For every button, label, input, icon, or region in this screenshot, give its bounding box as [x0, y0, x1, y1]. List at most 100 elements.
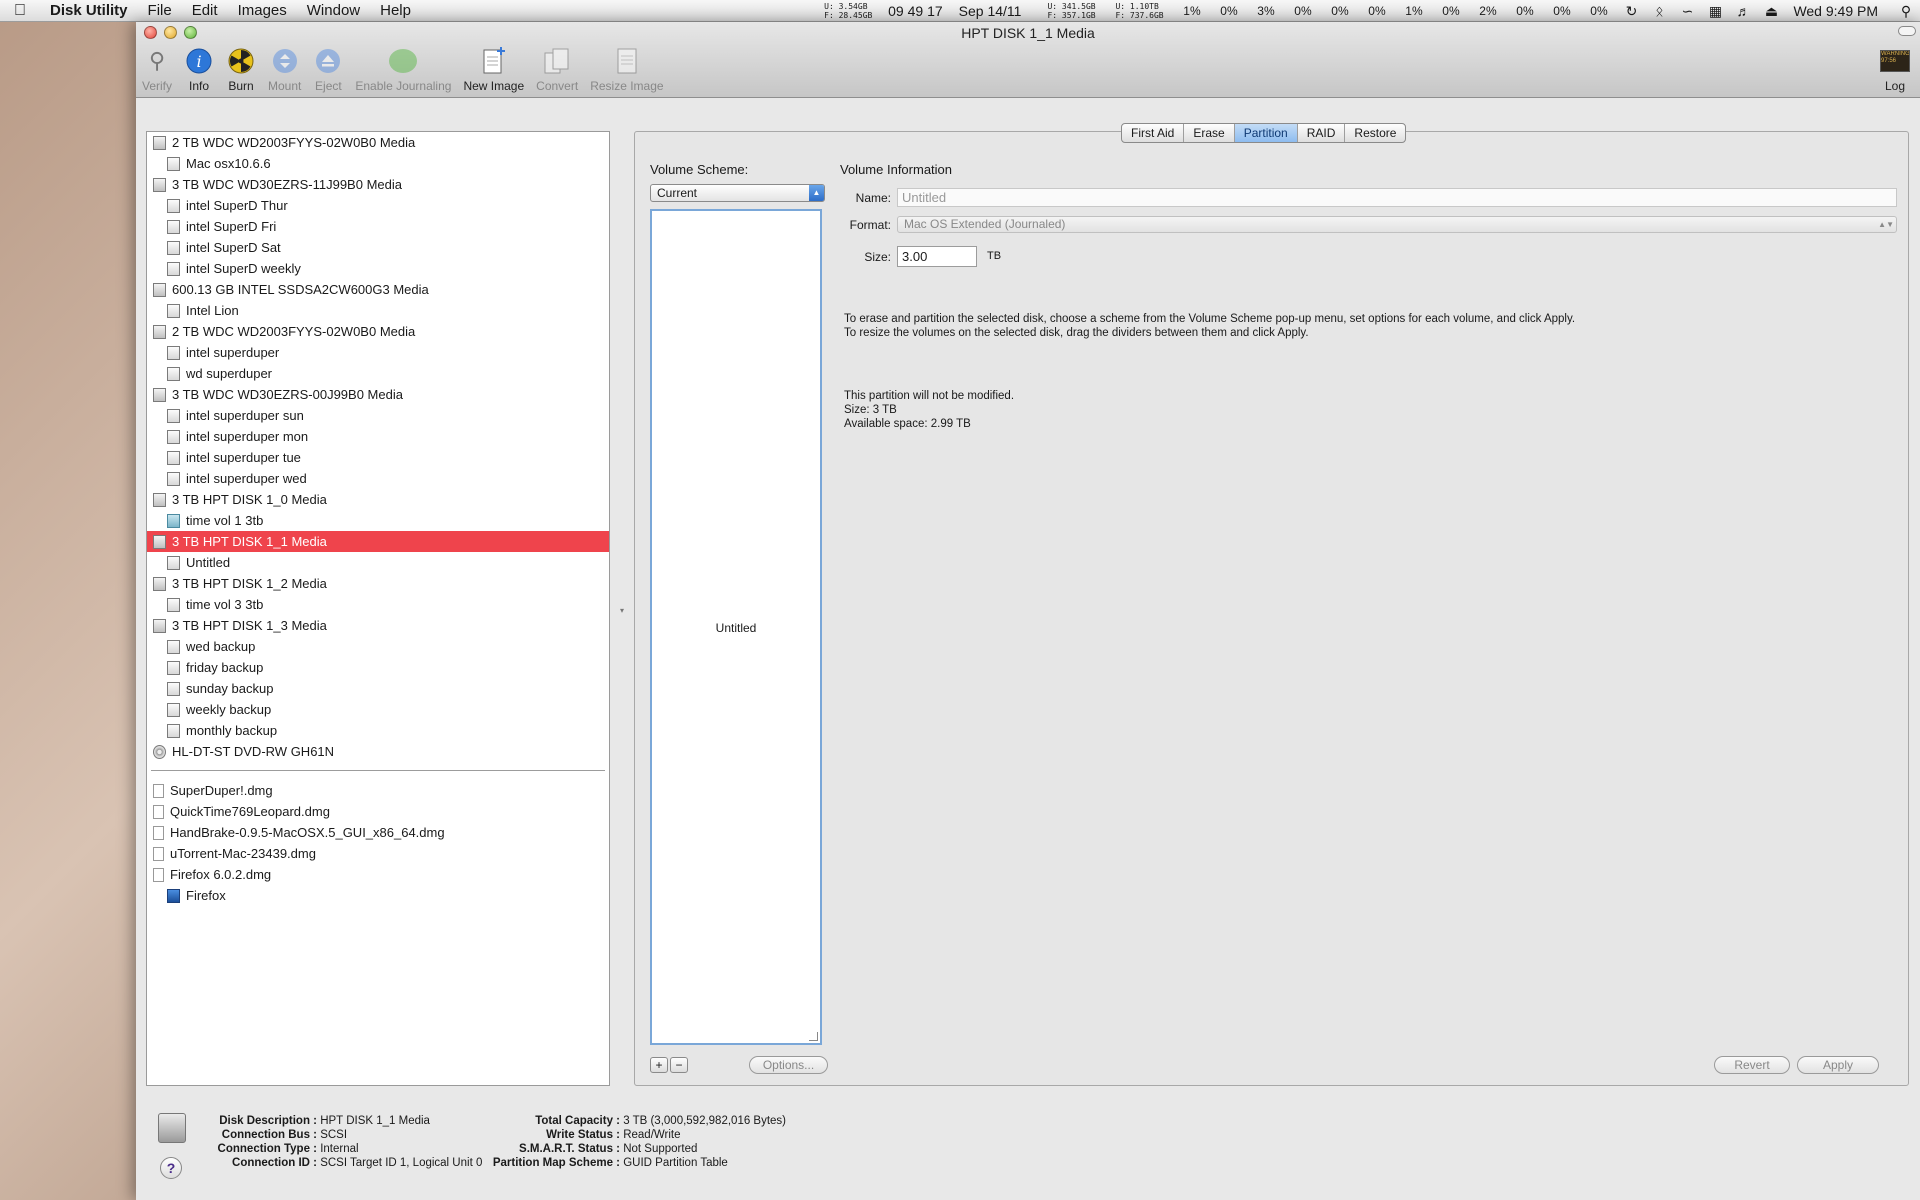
volume-row[interactable]: time vol 1 3tb [147, 510, 609, 531]
size-input[interactable]: 3.00 [897, 246, 977, 267]
volume-row[interactable]: monthly backup [147, 720, 609, 741]
log-button[interactable]: WARNING 97:56 Log [1874, 46, 1916, 93]
volume-icon[interactable]: ♬ [1729, 3, 1757, 19]
date-display[interactable]: Sep 14/11 [951, 3, 1042, 19]
convert-button[interactable]: Convert [530, 46, 584, 93]
cpu-meters[interactable]: 1% 0% 3% 0% 0% 0% 1% 0% 2% 0% 0% 0% [1173, 4, 1617, 18]
menu-edit[interactable]: Edit [182, 0, 228, 22]
volume-row[interactable]: Intel Lion [147, 300, 609, 321]
menu-help[interactable]: Help [370, 0, 421, 22]
burn-button[interactable]: Burn [220, 46, 262, 93]
volume-row[interactable]: wd superduper [147, 363, 609, 384]
disk-image-icon [153, 804, 164, 819]
new-image-button[interactable]: New Image [457, 46, 530, 93]
enable-journaling-button[interactable]: Enable Journaling [349, 46, 457, 93]
volume-row[interactable]: Untitled [147, 552, 609, 573]
disk-row[interactable]: HandBrake-0.9.5-MacOSX.5_GUI_x86_64.dmg [147, 822, 609, 843]
partition-map[interactable]: Untitled [650, 209, 822, 1045]
toolbar-toggle-button[interactable] [1898, 26, 1916, 36]
partition-pane: First Aid Erase Partition RAID Restore V… [634, 123, 1909, 1086]
disk-row[interactable]: 600.13 GB INTEL SSDSA2CW600G3 Media [147, 279, 609, 300]
volume-row[interactable]: wed backup [147, 636, 609, 657]
tab-restore[interactable]: Restore [1345, 124, 1405, 142]
partition-map-volume-label[interactable]: Untitled [652, 621, 820, 635]
disk-row[interactable]: Firefox 6.0.2.dmg [147, 864, 609, 885]
volume-row[interactable]: intel superduper tue [147, 447, 609, 468]
disk-row[interactable]: uTorrent-Mac-23439.dmg [147, 843, 609, 864]
volume-row[interactable]: sunday backup [147, 678, 609, 699]
disk-stats-1[interactable]: U: 341.5GB F: 357.1GB [1041, 2, 1109, 20]
disk-row[interactable]: SuperDuper!.dmg [147, 780, 609, 801]
menu-app-name[interactable]: Disk Utility [40, 0, 138, 22]
add-partition-button[interactable]: + [650, 1057, 668, 1073]
volume-row[interactable]: intel superduper sun [147, 405, 609, 426]
disk-row[interactable]: 3 TB HPT DISK 1_1 Media [147, 531, 609, 552]
disk-row[interactable]: QuickTime769Leopard.dmg [147, 801, 609, 822]
disk-info-line: S.M.A.R.T. Status : Not Supported [486, 1142, 786, 1156]
disk-row[interactable]: 3 TB HPT DISK 1_3 Media [147, 615, 609, 636]
disk-row[interactable]: 2 TB WDC WD2003FYYS-02W0B0 Media [147, 321, 609, 342]
wifi-icon[interactable]: ∽ [1673, 3, 1701, 20]
help-button[interactable]: ? [160, 1157, 182, 1179]
menu-file[interactable]: File [138, 0, 182, 22]
volume-row[interactable]: intel superduper wed [147, 468, 609, 489]
volume-row[interactable]: Mac osx10.6.6 [147, 153, 609, 174]
volume-row[interactable]: intel SuperD Fri [147, 216, 609, 237]
window-titlebar[interactable]: HPT DISK 1_1 Media ⚲ Verify i Info Burn … [136, 22, 1920, 98]
microscope-icon: ⚲ [148, 48, 166, 73]
disk-row[interactable]: 2 TB WDC WD2003FYYS-02W0B0 Media [147, 132, 609, 153]
remove-partition-button[interactable]: − [670, 1057, 688, 1073]
verify-button[interactable]: ⚲ Verify [136, 46, 178, 93]
eject-button[interactable]: Eject [307, 46, 349, 93]
volume-row[interactable]: intel superduper mon [147, 426, 609, 447]
tab-partition[interactable]: Partition [1234, 124, 1298, 142]
mount-button[interactable]: Mount [262, 46, 307, 93]
disk-row[interactable]: HL-DT-ST DVD-RW GH61N [147, 741, 609, 762]
volume-row[interactable]: weekly backup [147, 699, 609, 720]
uptime-counter[interactable]: 09 49 17 [880, 3, 951, 19]
options-button[interactable]: Options... [749, 1056, 828, 1074]
spotlight-icon[interactable]: ⚲ [1892, 3, 1920, 20]
row-label: 600.13 GB INTEL SSDSA2CW600G3 Media [172, 282, 429, 297]
volume-row[interactable]: intel SuperD Thur [147, 195, 609, 216]
volume-scheme-select[interactable]: Current ▲ [650, 184, 825, 202]
split-view-handle[interactable]: ▾ [620, 606, 624, 615]
bluetooth-icon[interactable]: ᛟ [1645, 3, 1673, 19]
time-machine-icon[interactable]: ↻ [1617, 3, 1645, 20]
revert-button[interactable]: Revert [1714, 1056, 1790, 1074]
volume-row[interactable]: friday backup [147, 657, 609, 678]
info-button[interactable]: i Info [178, 46, 220, 93]
enable-journaling-label: Enable Journaling [355, 79, 452, 93]
apply-button[interactable]: Apply [1797, 1056, 1879, 1074]
disk-row[interactable]: 3 TB HPT DISK 1_0 Media [147, 489, 609, 510]
disk-row[interactable]: 3 TB WDC WD30EZRS-11J99B0 Media [147, 174, 609, 195]
tab-raid[interactable]: RAID [1298, 124, 1346, 142]
volume-row[interactable]: time vol 3 3tb [147, 594, 609, 615]
row-label: wed backup [186, 639, 256, 654]
status-line-1: This partition will not be modified. [844, 390, 1015, 402]
disk-row[interactable]: 3 TB WDC WD30EZRS-00J99B0 Media [147, 384, 609, 405]
resize-grip-icon[interactable] [809, 1032, 818, 1041]
volume-row[interactable]: intel SuperD Sat [147, 237, 609, 258]
apple-menu-icon[interactable]:  [0, 2, 40, 20]
tab-erase[interactable]: Erase [1184, 124, 1235, 142]
menu-images[interactable]: Images [228, 0, 297, 22]
keyboard-icon[interactable]: ▦ [1701, 3, 1729, 20]
menu-clock[interactable]: Wed 9:49 PM [1785, 3, 1892, 19]
cpu-meter: 1% [1183, 4, 1201, 18]
menu-window[interactable]: Window [297, 0, 370, 22]
volume-row[interactable]: intel SuperD weekly [147, 258, 609, 279]
disk-row[interactable]: 3 TB HPT DISK 1_2 Media [147, 573, 609, 594]
memory-stats[interactable]: U: 3.54GB F: 28.45GB [818, 2, 880, 20]
volume-name-input[interactable]: Untitled [897, 188, 1897, 207]
volume-row[interactable]: intel superduper [147, 342, 609, 363]
disk-list-sidebar[interactable]: 2 TB WDC WD2003FYYS-02W0B0 Media Mac osx1… [146, 131, 610, 1086]
tab-first-aid[interactable]: First Aid [1122, 124, 1185, 142]
log-icon-text: WARNING 97:56 [1880, 50, 1910, 72]
format-select[interactable]: Mac OS Extended (Journaled) ▲▼ [897, 216, 1897, 233]
disk-stats-2[interactable]: U: 1.10TB F: 737.6GB [1109, 2, 1173, 20]
eject-menu-icon[interactable]: ⏏ [1757, 3, 1785, 20]
volume-row[interactable]: Firefox [147, 885, 609, 906]
resize-image-button[interactable]: Resize Image [584, 46, 669, 93]
row-label: 2 TB WDC WD2003FYYS-02W0B0 Media [172, 324, 416, 339]
